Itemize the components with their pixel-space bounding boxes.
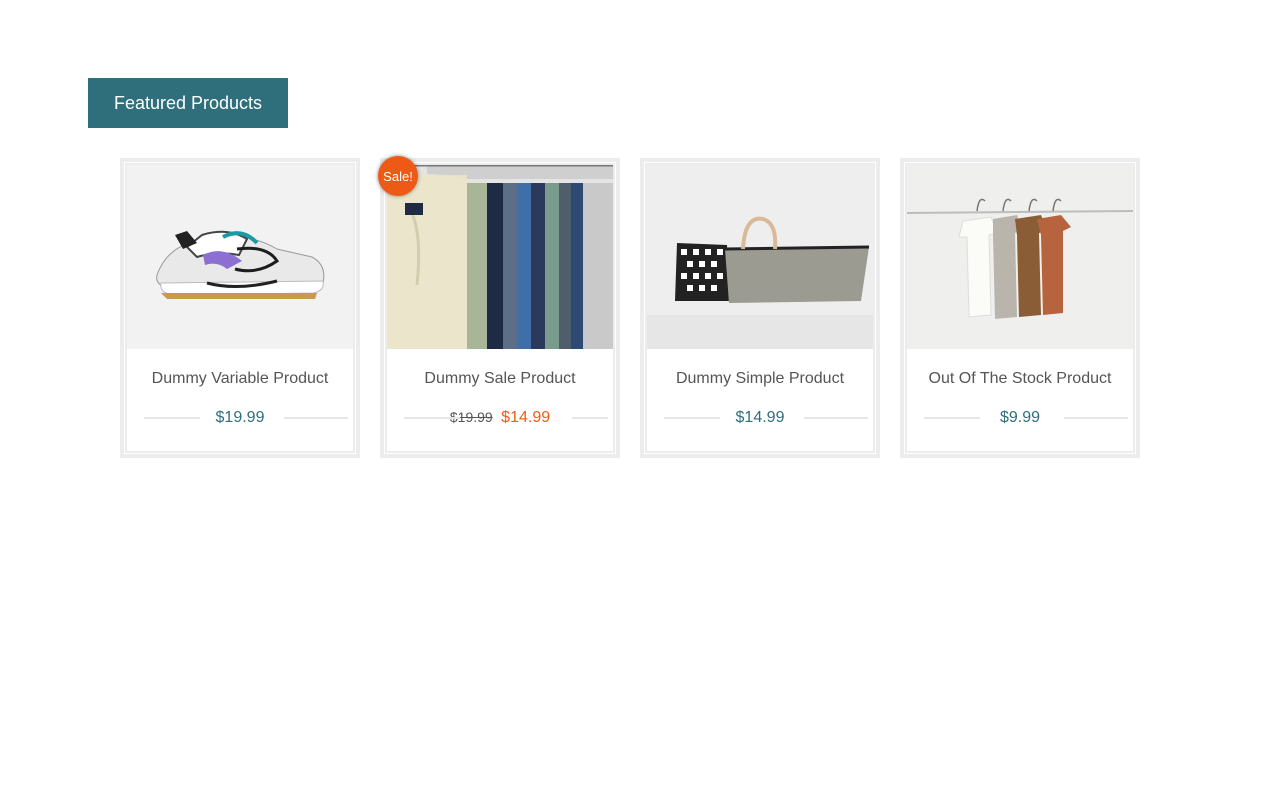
jeans-rack-icon bbox=[387, 165, 613, 349]
product-title[interactable]: Dummy Variable Product bbox=[124, 370, 356, 388]
divider bbox=[284, 417, 348, 419]
divider bbox=[1064, 417, 1128, 419]
product-card[interactable]: Dummy Simple Product $14.99 bbox=[640, 158, 880, 458]
product-title[interactable]: Dummy Sale Product bbox=[384, 370, 616, 388]
product-price: $9.99 bbox=[995, 409, 1045, 427]
product-image-bag[interactable] bbox=[647, 165, 873, 349]
tshirts-on-rail-icon bbox=[907, 165, 1133, 349]
section-heading-label: Featured Products bbox=[113, 92, 263, 113]
product-price: $14.99 bbox=[731, 409, 789, 427]
product-price-group: $19.99 $14.99 bbox=[445, 409, 555, 427]
divider bbox=[144, 417, 200, 419]
price-row: $14.99 bbox=[644, 408, 876, 428]
price-row: $19.99 bbox=[124, 408, 356, 428]
sale-badge: Sale! bbox=[378, 156, 418, 196]
price-row: $9.99 bbox=[904, 408, 1136, 428]
divider bbox=[404, 417, 460, 419]
product-price: $19.99 bbox=[211, 409, 269, 427]
divider bbox=[572, 417, 608, 419]
divider bbox=[664, 417, 720, 419]
product-card[interactable]: Dummy Variable Product $19.99 bbox=[120, 158, 360, 458]
section-heading: Featured Products bbox=[88, 78, 288, 128]
product-image-jeans[interactable] bbox=[387, 165, 613, 349]
divider bbox=[804, 417, 868, 419]
divider bbox=[924, 417, 980, 419]
product-grid: Dummy Variable Product $19.99 Sale! Dumm… bbox=[120, 156, 1140, 458]
tote-bag-icon bbox=[647, 165, 873, 349]
product-image-tshirts[interactable] bbox=[907, 165, 1133, 349]
sale-price: $14.99 bbox=[501, 409, 551, 426]
product-image-sneaker[interactable] bbox=[127, 165, 353, 349]
product-card[interactable]: Sale! Dummy Sale Product $19.99 $14.99 bbox=[378, 156, 620, 458]
product-card[interactable]: Out Of The Stock Product $9.99 bbox=[900, 158, 1140, 458]
sneaker-icon bbox=[127, 165, 353, 349]
product-title[interactable]: Dummy Simple Product bbox=[644, 370, 876, 388]
product-title[interactable]: Out Of The Stock Product bbox=[904, 370, 1136, 388]
price-row: $19.99 $14.99 bbox=[384, 408, 616, 428]
